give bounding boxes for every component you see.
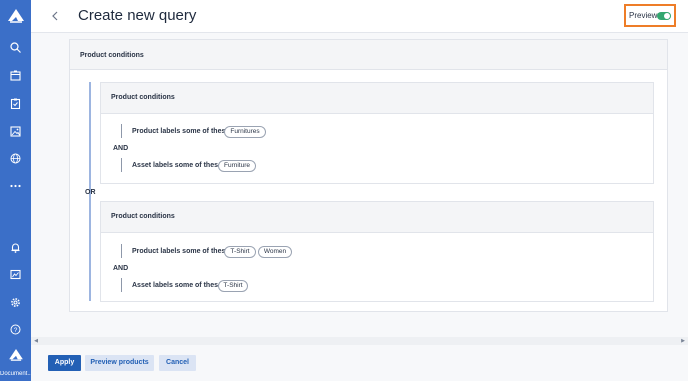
scroll-right-icon[interactable]: ▶	[679, 337, 687, 345]
workspace-logo-icon[interactable]	[0, 347, 31, 363]
label-chip[interactable]: T-Shirt	[218, 280, 248, 292]
condition-label: Asset labels some of these	[132, 162, 222, 169]
asset-library-icon[interactable]	[0, 121, 31, 141]
condition-group-title: Product conditions	[111, 94, 175, 101]
scroll-left-icon[interactable]: ◀	[32, 337, 40, 345]
condition-indent	[121, 158, 122, 172]
bell-icon[interactable]	[0, 237, 31, 257]
preview-toggle[interactable]	[657, 12, 671, 20]
query-panel-header	[69, 39, 668, 70]
condition-group-title: Product conditions	[111, 213, 175, 220]
condition-label: Product labels some of these	[132, 248, 230, 255]
more-icon[interactable]	[0, 176, 31, 196]
task-board-icon[interactable]	[0, 93, 31, 113]
product-catalog-icon[interactable]	[0, 65, 31, 85]
preview-products-button[interactable]: Preview products	[85, 355, 154, 371]
condition-group-header	[100, 82, 654, 114]
and-operator: AND	[113, 265, 129, 272]
search-icon[interactable]	[0, 37, 31, 57]
settings-icon[interactable]	[0, 292, 31, 312]
condition-label: Product labels some of these	[132, 128, 230, 135]
label-chip[interactable]: T-Shirt	[224, 246, 256, 258]
preview-label: Preview	[629, 11, 658, 20]
workspace-label[interactable]: Document...	[0, 371, 31, 377]
condition-label: Asset labels some of these	[132, 282, 222, 289]
condition-indent	[121, 278, 122, 292]
cancel-button[interactable]: Cancel	[159, 355, 196, 371]
toggle-knob	[664, 13, 670, 19]
svg-text:?: ?	[14, 327, 18, 334]
condition-indent	[121, 244, 122, 258]
page-title: Create new query	[78, 7, 197, 24]
globe-icon[interactable]	[0, 148, 31, 168]
chevron-left-icon	[52, 11, 58, 21]
condition-group-header	[100, 201, 654, 233]
sidebar: ? Document...	[0, 0, 31, 381]
or-operator: OR	[85, 189, 96, 196]
apply-button[interactable]: Apply	[48, 355, 81, 371]
and-operator: AND	[113, 145, 129, 152]
help-icon[interactable]: ?	[0, 319, 31, 339]
label-chip[interactable]: Furniture	[218, 160, 256, 172]
back-button[interactable]	[48, 8, 62, 24]
label-chip[interactable]: Women	[258, 246, 292, 258]
logo-icon[interactable]	[0, 7, 31, 25]
analytics-icon[interactable]	[0, 264, 31, 284]
horizontal-scrollbar[interactable]: ◀ ▶	[31, 337, 688, 345]
label-chip[interactable]: Furnitures	[224, 126, 266, 138]
condition-indent	[121, 124, 122, 138]
query-panel-title: Product conditions	[80, 52, 144, 59]
